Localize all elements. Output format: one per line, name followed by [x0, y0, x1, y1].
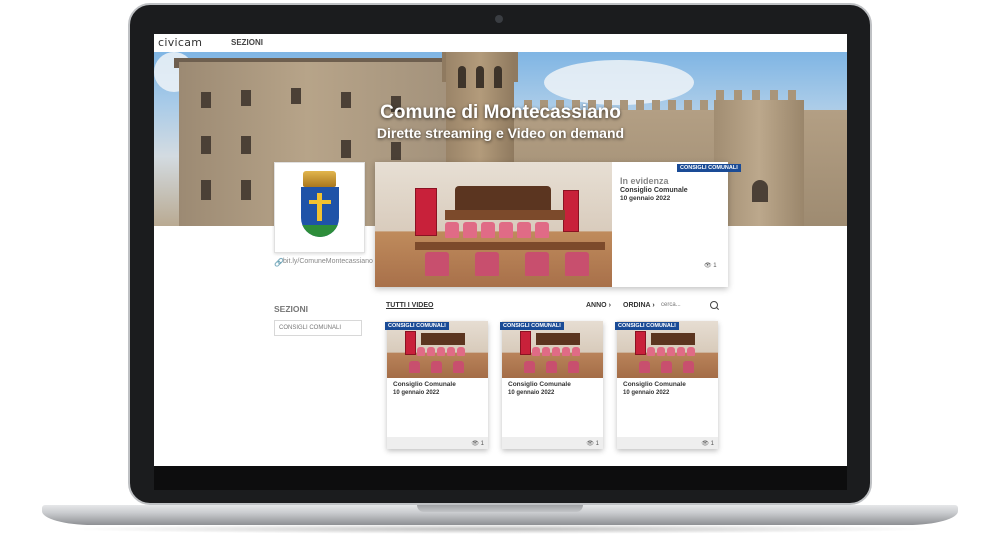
coat-of-arms-card [274, 162, 365, 253]
featured-label: In evidenza [620, 176, 669, 186]
featured-video-title[interactable]: Consiglio Comunale [620, 187, 688, 194]
laptop-camera [495, 15, 503, 23]
video-date: 10 gennaio 2022 [393, 390, 440, 396]
video-title[interactable]: Consiglio Comunale [393, 381, 456, 388]
category-badge: CONSIGLI COMUNALI [500, 322, 564, 330]
nav-sezioni-link[interactable]: SEZIONI [231, 38, 263, 47]
sidebar-title: SEZIONI [274, 304, 309, 314]
video-card[interactable]: CONSIGLI COMUNALI Consiglio Comunale 10 … [500, 321, 603, 449]
hero-title: Comune di Montecassiano [380, 102, 621, 123]
flag-banner [415, 188, 437, 236]
views-count: 1 [480, 441, 484, 447]
video-card[interactable]: CONSIGLI COMUNALI Consiglio Comunale 10 … [615, 321, 718, 449]
views-count: 1 [595, 441, 599, 447]
views: 👁 1 [701, 440, 714, 447]
video-title[interactable]: Consiglio Comunale [623, 381, 686, 388]
chevron-right-icon: › [608, 302, 611, 309]
browser-viewport: civicam SEZIONI Comune di Montecassiano … [154, 34, 847, 466]
civicam-logo[interactable]: civicam [158, 36, 202, 49]
eye-icon: 👁 [701, 441, 709, 447]
eye-icon: 👁 [704, 263, 712, 269]
profile-short-link[interactable]: bit.ly/ComuneMontecassiano [283, 258, 373, 265]
category-badge: CONSIGLI COMUNALI [385, 322, 449, 330]
category-badge: CONSIGLI COMUNALI [677, 164, 741, 172]
video-card-footer: 👁 1 [617, 437, 718, 449]
featured-video-date: 10 gennaio 2022 [620, 195, 671, 202]
featured-video-info: In evidenza Consiglio Comunale 10 gennai… [612, 162, 728, 287]
featured-video-card[interactable]: In evidenza Consiglio Comunale 10 gennai… [375, 162, 741, 287]
eye-icon: 👁 [586, 441, 594, 447]
top-navbar: civicam SEZIONI [154, 34, 847, 53]
views-count: 1 [710, 441, 714, 447]
filter-ordina[interactable]: ORDINA › [623, 302, 655, 309]
laptop-notch [417, 505, 583, 512]
video-date: 10 gennaio 2022 [623, 390, 670, 396]
laptop-screen-bezel [154, 466, 847, 490]
laptop-shadow [60, 524, 940, 534]
category-badge: CONSIGLI COMUNALI [615, 322, 679, 330]
chevron-right-icon: › [652, 302, 655, 309]
crown-icon [303, 171, 336, 187]
search-icon[interactable] [710, 301, 718, 309]
views-count: 1 [713, 263, 717, 269]
sidebar-item-label: CONSIGLI COMUNALI [279, 325, 342, 331]
filter-ordina-label: ORDINA [623, 302, 651, 309]
video-card-footer: 👁 1 [387, 437, 488, 449]
tab-all-videos[interactable]: TUTTI I VIDEO [386, 302, 433, 309]
filter-anno-label: ANNO [586, 302, 607, 309]
video-title[interactable]: Consiglio Comunale [508, 381, 571, 388]
featured-video-thumbnail[interactable] [375, 162, 612, 287]
coat-of-arms-shield [301, 187, 339, 237]
flag-banner [563, 190, 579, 232]
hero-subtitle: Dirette streaming e Video on demand [376, 125, 625, 141]
video-card-footer: 👁 1 [502, 437, 603, 449]
video-card[interactable]: CONSIGLI COMUNALI Consiglio Comunale 10 … [385, 321, 488, 449]
views: 👁 1 [471, 440, 484, 447]
filter-anno[interactable]: ANNO › [586, 302, 611, 309]
video-date: 10 gennaio 2022 [508, 390, 555, 396]
sidebar-item-consigli-comunali[interactable]: CONSIGLI COMUNALI [274, 320, 362, 336]
featured-views: 👁 1 [704, 262, 717, 269]
cloud-shape [544, 60, 694, 105]
eye-icon: 👁 [471, 441, 479, 447]
views: 👁 1 [586, 440, 599, 447]
